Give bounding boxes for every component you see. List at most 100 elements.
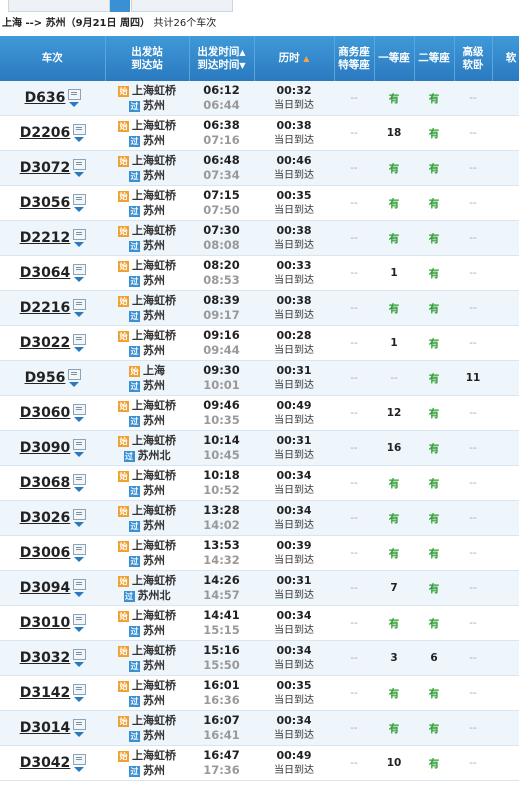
train-detail-icon[interactable] [73, 264, 87, 275]
train-number-link[interactable]: D3042 [20, 755, 71, 771]
train-detail-toggle[interactable] [73, 544, 87, 562]
expand-arrow-icon[interactable] [74, 417, 85, 422]
train-detail-icon[interactable] [73, 404, 87, 415]
table-row[interactable]: D3072 始上海虹桥过苏州 06:48 07:34 00:46 当日到达 -- 有有 -- [0, 150, 519, 186]
table-row[interactable]: D3006 始上海虹桥过苏州 13:53 14:32 00:39 当日到达 -- 有有 -- [0, 535, 519, 571]
expand-arrow-icon[interactable] [74, 277, 85, 282]
expand-arrow-icon[interactable] [74, 592, 85, 597]
train-number-link[interactable]: D3014 [20, 720, 71, 736]
expand-arrow-icon[interactable] [74, 347, 85, 352]
expand-arrow-icon[interactable] [74, 207, 85, 212]
train-number-link[interactable]: D2216 [20, 300, 71, 316]
train-number-link[interactable]: D2212 [20, 230, 71, 246]
train-detail-icon[interactable] [73, 754, 87, 765]
expand-arrow-icon[interactable] [74, 697, 85, 702]
expand-arrow-icon[interactable] [74, 242, 85, 247]
expand-arrow-icon[interactable] [74, 557, 85, 562]
table-row[interactable]: D3042 始上海虹桥过苏州 16:47 17:36 00:49 当日到达 -- 10 有 -- [0, 745, 519, 781]
table-row[interactable]: D3056 始上海虹桥过苏州 07:15 07:50 00:35 当日到达 -- 有有 -- [0, 185, 519, 221]
table-row[interactable]: D3014 始上海虹桥过苏州 16:07 16:41 00:34 当日到达 -- 有有 -- [0, 710, 519, 746]
table-row[interactable]: D3032 始上海虹桥过苏州 15:16 15:50 00:34 当日到达 -- 3 6 -- [0, 640, 519, 676]
table-row[interactable]: D3094 始上海虹桥过苏州北 14:26 14:57 00:31 当日到达 -- 7 有 -- [0, 570, 519, 606]
expand-arrow-icon[interactable] [74, 627, 85, 632]
train-detail-toggle[interactable] [73, 334, 87, 352]
table-row[interactable]: D956 始上海过苏州 09:30 10:01 00:31 当日到达 -- -- 有 11 [0, 360, 519, 396]
train-number-link[interactable]: D3060 [20, 405, 71, 421]
train-detail-icon[interactable] [73, 124, 87, 135]
search-field-fragment[interactable] [131, 0, 233, 12]
train-number-link[interactable]: D3022 [20, 335, 71, 351]
train-detail-toggle[interactable] [73, 159, 87, 177]
train-detail-icon[interactable] [73, 194, 87, 205]
train-number-link[interactable]: D2206 [20, 125, 71, 141]
train-detail-icon[interactable] [73, 474, 87, 485]
train-detail-toggle[interactable] [73, 509, 87, 527]
table-row[interactable]: D2212 始上海虹桥过苏州 07:30 08:08 00:38 当日到达 -- 有有 -- [0, 220, 519, 256]
train-detail-icon[interactable] [73, 719, 87, 730]
table-row[interactable]: D3064 始上海虹桥过苏州 08:20 08:53 00:33 当日到达 -- 1 有 -- [0, 255, 519, 291]
table-row[interactable]: D636 始上海虹桥过苏州 06:12 06:44 00:32 当日到达 -- 有有 -- [0, 81, 519, 116]
train-detail-toggle[interactable] [73, 719, 87, 737]
train-number-link[interactable]: D3064 [20, 265, 71, 281]
train-number-link[interactable]: D3090 [20, 440, 71, 456]
train-detail-icon[interactable] [73, 439, 87, 450]
train-number-link[interactable]: D636 [25, 90, 66, 106]
train-number-link[interactable]: D3032 [20, 650, 71, 666]
table-row[interactable]: D2216 始上海虹桥过苏州 08:39 09:17 00:38 当日到达 -- 有有 -- [0, 290, 519, 326]
train-detail-icon[interactable] [73, 229, 87, 240]
table-row[interactable]: D2206 始上海虹桥过苏州 06:38 07:16 00:38 当日到达 -- 18 有 -- [0, 115, 519, 151]
expand-arrow-icon[interactable] [74, 522, 85, 527]
train-number-link[interactable]: D3056 [20, 195, 71, 211]
train-number-link[interactable]: D3026 [20, 510, 71, 526]
col-times-sort[interactable]: 出发时间▲ 到达时间▼ [189, 36, 255, 81]
train-detail-icon[interactable] [73, 509, 87, 520]
train-detail-icon[interactable] [73, 649, 87, 660]
train-detail-icon[interactable] [73, 544, 87, 555]
train-detail-icon[interactable] [73, 614, 87, 625]
train-number-link[interactable]: D3072 [20, 160, 71, 176]
train-detail-toggle[interactable] [73, 194, 87, 212]
train-detail-icon[interactable] [73, 579, 87, 590]
expand-arrow-icon[interactable] [74, 312, 85, 317]
train-detail-icon[interactable] [73, 159, 87, 170]
expand-arrow-icon[interactable] [74, 662, 85, 667]
train-number-link[interactable]: D3006 [20, 545, 71, 561]
train-number-link[interactable]: D3010 [20, 615, 71, 631]
train-detail-toggle[interactable] [73, 229, 87, 247]
train-detail-icon[interactable] [68, 369, 82, 380]
train-detail-toggle[interactable] [73, 404, 87, 422]
train-detail-toggle[interactable] [68, 369, 82, 387]
search-field-fragment[interactable] [8, 0, 110, 12]
train-detail-icon[interactable] [73, 334, 87, 345]
expand-arrow-icon[interactable] [74, 452, 85, 457]
swap-button-fragment[interactable] [110, 0, 130, 12]
train-detail-toggle[interactable] [73, 754, 87, 772]
expand-arrow-icon[interactable] [69, 382, 80, 387]
train-detail-toggle[interactable] [73, 264, 87, 282]
expand-arrow-icon[interactable] [69, 102, 80, 107]
expand-arrow-icon[interactable] [74, 172, 85, 177]
train-detail-toggle[interactable] [68, 89, 82, 107]
table-row[interactable]: D3022 始上海虹桥过苏州 09:16 09:44 00:28 当日到达 -- 1 有 -- [0, 325, 519, 361]
table-row[interactable]: D3068 始上海虹桥过苏州 10:18 10:52 00:34 当日到达 -- 有有 -- [0, 465, 519, 501]
train-number-link[interactable]: D3068 [20, 475, 71, 491]
expand-arrow-icon[interactable] [74, 137, 85, 142]
train-detail-toggle[interactable] [73, 684, 87, 702]
train-number-link[interactable]: D3094 [20, 580, 71, 596]
train-number-link[interactable]: D956 [25, 370, 66, 386]
table-row[interactable]: D3026 始上海虹桥过苏州 13:28 14:02 00:34 当日到达 -- 有有 -- [0, 500, 519, 536]
train-number-link[interactable]: D3142 [20, 685, 71, 701]
table-row[interactable]: D3060 始上海虹桥过苏州 09:46 10:35 00:49 当日到达 -- 12 有 -- [0, 395, 519, 431]
train-detail-icon[interactable] [73, 684, 87, 695]
table-row[interactable]: D3090 始上海虹桥过苏州北 10:14 10:45 00:31 当日到达 -- 16 有 -- [0, 430, 519, 466]
expand-arrow-icon[interactable] [74, 487, 85, 492]
train-detail-toggle[interactable] [73, 299, 87, 317]
table-row[interactable]: D3142 始上海虹桥过苏州 16:01 16:36 00:35 当日到达 -- 有有 -- [0, 675, 519, 711]
train-detail-toggle[interactable] [73, 649, 87, 667]
train-detail-toggle[interactable] [73, 474, 87, 492]
expand-arrow-icon[interactable] [74, 767, 85, 772]
train-detail-toggle[interactable] [73, 614, 87, 632]
table-row[interactable]: D3010 始上海虹桥过苏州 14:41 15:15 00:34 当日到达 -- 有有 -- [0, 605, 519, 641]
train-detail-icon[interactable] [73, 299, 87, 310]
train-detail-icon[interactable] [68, 89, 82, 100]
